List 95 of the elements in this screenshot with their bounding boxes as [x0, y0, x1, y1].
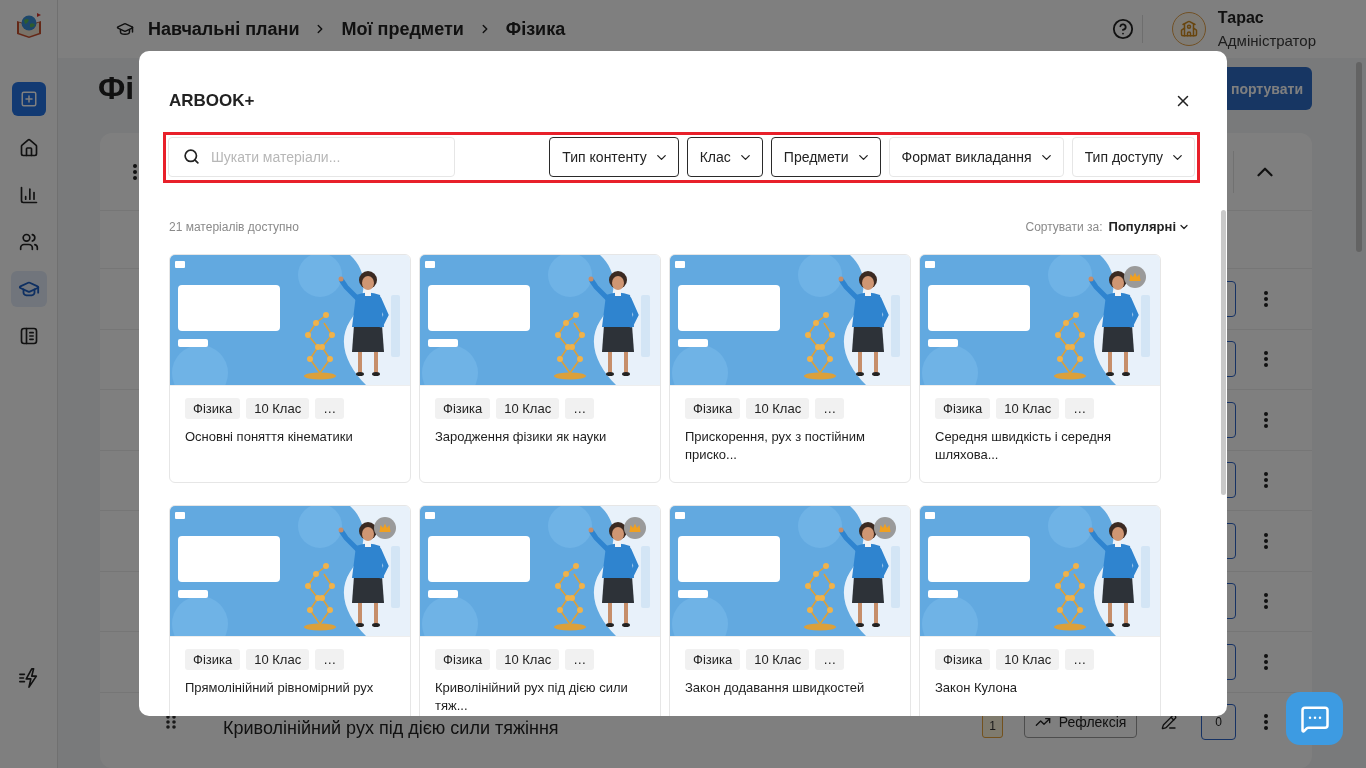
bar-chart-icon: [18, 185, 39, 205]
material-title: Закон додавання швидкостей: [685, 679, 866, 697]
tag: Фізика: [685, 649, 741, 670]
more-button[interactable]: [1264, 290, 1268, 307]
search-icon: [183, 148, 200, 165]
tag: 10 Клас: [246, 649, 310, 670]
filter-dropdown[interactable]: Предмети: [770, 137, 881, 177]
tag: Фізика: [935, 649, 991, 670]
more-button[interactable]: [1264, 714, 1268, 731]
material-card[interactable]: Фізика 10 Клас … Прямолінійний рівномірний рух: [169, 505, 411, 716]
tag: Фізика: [185, 649, 241, 670]
tag: …: [315, 649, 345, 670]
globe-book-logo-icon: [14, 12, 43, 40]
filter-dropdown[interactable]: Клас: [686, 137, 763, 177]
tag: Фізика: [935, 398, 991, 419]
tag: 10 Клас: [996, 398, 1060, 419]
material-card[interactable]: Фізика 10 Клас … Зародження фізики як науки: [419, 254, 661, 483]
scrollbar-thumb[interactable]: [1221, 210, 1226, 495]
breadcrumb-link[interactable]: Навчальні плани: [148, 18, 300, 40]
breadcrumb-link[interactable]: Фізика: [505, 18, 566, 40]
kebab-icon: [1264, 351, 1268, 368]
tag: …: [1065, 649, 1095, 670]
pencil-icon: [1161, 714, 1177, 731]
material-card[interactable]: Фізика 10 Клас … Середня швидкість і середня шляхова...: [919, 254, 1161, 483]
tag: 10 Клас: [746, 649, 810, 670]
tag: …: [315, 398, 345, 419]
material-card[interactable]: Фізика 10 Клас … Закон додавання швидкостей: [669, 505, 911, 716]
kebab-icon: [133, 163, 137, 180]
kebab-icon: [1264, 472, 1268, 489]
row-title: Криволінійний рух під дією сили тяжіння: [223, 718, 559, 737]
kebab-icon: [1264, 532, 1268, 549]
sidebar-item[interactable]: [10, 271, 47, 307]
tag: 10 Клас: [496, 649, 560, 670]
drag-handle-icon[interactable]: [166, 715, 176, 730]
tag: Фізика: [435, 649, 491, 670]
filter-dropdown[interactable]: Тип доступу: [1071, 137, 1195, 177]
material-card[interactable]: Фізика 10 Клас … Прискорення, рух з постійним приско...: [669, 254, 911, 483]
home-icon: [18, 138, 39, 158]
kebab-icon: [1264, 411, 1268, 428]
school-avatar-icon: [1171, 12, 1206, 46]
material-card[interactable]: Фізика 10 Клас … Закон Кулона: [919, 505, 1161, 716]
breadcrumb-link[interactable]: Мої предмети: [341, 18, 464, 40]
more-button[interactable]: [1264, 411, 1268, 428]
more-button[interactable]: [1264, 532, 1268, 549]
more-button[interactable]: [133, 163, 137, 180]
help-button[interactable]: [1111, 18, 1134, 40]
tag: Фізика: [685, 398, 741, 419]
material-title: Середня швидкість і середня шляхова...: [935, 428, 1112, 464]
material-title: Криволінійний рух під дією сили тяж...: [435, 679, 629, 715]
tag: Фізика: [435, 398, 491, 419]
sort-label: Сортувати за:: [1025, 219, 1103, 234]
graduation-cap-icon: [116, 20, 134, 38]
add-button[interactable]: [11, 82, 46, 116]
tag: …: [565, 649, 595, 670]
edit-button[interactable]: [1161, 714, 1177, 731]
more-button[interactable]: [1264, 472, 1268, 489]
page-title: Фі: [98, 70, 135, 107]
kebab-icon: [1264, 714, 1268, 731]
tag: Фізика: [185, 398, 241, 419]
plus-icon: [19, 90, 38, 108]
material-title: Закон Кулона: [935, 679, 1019, 697]
material-title: Прямолінійний рівномірний рух: [185, 679, 375, 697]
scrollbar-thumb[interactable]: [1356, 62, 1362, 252]
tag: …: [1065, 398, 1095, 419]
tag: 10 Клас: [496, 398, 560, 419]
kebab-icon: [1264, 653, 1268, 670]
chat-button[interactable]: [1286, 692, 1343, 745]
tag: …: [815, 649, 845, 670]
kebab-icon: [1264, 593, 1268, 610]
tag: 10 Клас: [996, 649, 1060, 670]
material-title: Основні поняття кінематики: [185, 428, 354, 446]
results-count: 21 матеріалів доступно: [169, 219, 299, 234]
more-button[interactable]: [1264, 593, 1268, 610]
tag: …: [815, 398, 845, 419]
dialog-title: ARBOOK+: [169, 91, 255, 111]
user-name: Тарас: [1217, 9, 1265, 27]
sort-dropdown[interactable]: Популярні: [1108, 219, 1190, 234]
help-icon: [1111, 18, 1134, 40]
filter-dropdown[interactable]: Тип контенту: [549, 137, 679, 177]
material-card[interactable]: Фізика 10 Клас … Криволінійний рух під дією сили тяж...: [419, 505, 661, 716]
material-title: Зародження фізики як науки: [435, 428, 608, 446]
material-card[interactable]: Фізика 10 Клас … Основні поняття кінематики: [169, 254, 411, 483]
lightning-icon: [17, 667, 40, 689]
kebab-icon: [1264, 290, 1268, 307]
tag: 10 Клас: [246, 398, 310, 419]
notebook-icon: [18, 326, 39, 346]
user-role: Адміністратор: [1217, 32, 1316, 49]
search-field[interactable]: Шукати матеріали...: [168, 137, 455, 177]
more-button[interactable]: [1264, 351, 1268, 368]
tag: 10 Клас: [746, 398, 810, 419]
material-title: Прискорення, рух з постійним приско...: [685, 428, 866, 464]
tag: …: [565, 398, 595, 419]
more-button[interactable]: [1264, 653, 1268, 670]
users-icon: [18, 232, 39, 252]
filter-dropdown[interactable]: Формат викладання: [888, 137, 1064, 177]
